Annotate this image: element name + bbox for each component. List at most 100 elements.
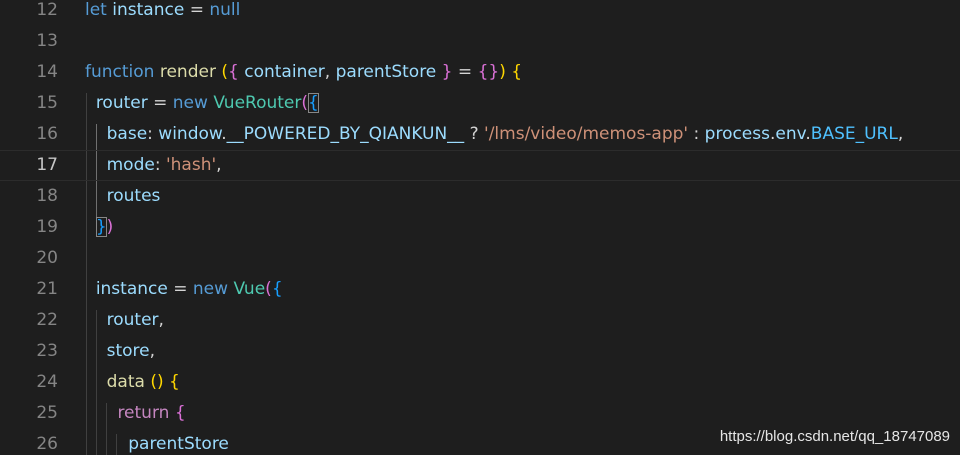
code-token: instance: [112, 0, 185, 20]
code-token: }: [441, 62, 453, 82]
line-number: 18: [36, 186, 58, 206]
code-token: 'hash': [165, 155, 217, 175]
line-number: 20: [36, 248, 58, 268]
code-token: parentStore: [335, 62, 437, 82]
code-line[interactable]: 25 return {: [0, 398, 960, 429]
code-token: ,: [897, 124, 904, 144]
code-token: render: [159, 62, 216, 82]
line-number: 17: [36, 155, 58, 175]
code-token: ,: [216, 155, 222, 175]
line-number: 26: [36, 434, 58, 454]
code-text: routes: [85, 181, 960, 212]
code-text: function render ({ container, parentStor…: [85, 57, 960, 88]
code-token: Vue: [233, 279, 266, 299]
code-text: let instance = null: [85, 0, 960, 26]
code-token: {: [174, 403, 186, 423]
code-token: :: [688, 124, 705, 144]
code-token: container: [244, 62, 325, 82]
code-token: (): [150, 372, 164, 392]
code-token: :: [147, 124, 159, 144]
line-number: 12: [36, 0, 58, 20]
code-token: routes: [106, 186, 161, 206]
code-token: env: [775, 124, 806, 144]
code-token: function: [85, 62, 155, 82]
line-number: 23: [36, 341, 58, 361]
line-number: 14: [36, 62, 58, 82]
code-token: ): [106, 217, 114, 237]
code-editor[interactable]: 12 let instance = null 13 14 function render…: [0, 0, 960, 455]
code-token: {: [169, 372, 180, 392]
code-line[interactable]: 13: [0, 26, 960, 57]
code-token: BASE_URL: [810, 124, 898, 144]
code-token: (: [265, 279, 272, 299]
code-token: {: [228, 62, 239, 82]
code-token: =: [452, 62, 478, 82]
code-token: process: [704, 124, 770, 144]
code-token: parentStore: [128, 434, 229, 454]
watermark-text: https://blog.csdn.net/qq_18747089: [719, 428, 950, 445]
line-number: 25: [36, 403, 58, 423]
code-line[interactable]: 23 store,: [0, 336, 960, 367]
code-token: }: [95, 217, 107, 237]
code-text: router = new VueRouter({: [85, 88, 960, 119]
code-token: router: [106, 310, 159, 330]
line-number: 21: [36, 279, 58, 299]
code-line[interactable]: 21 instance = new Vue({: [0, 274, 960, 305]
code-line[interactable]: 20: [0, 243, 960, 274]
line-number: 16: [36, 124, 58, 144]
code-token: window: [158, 124, 222, 144]
code-token: return: [117, 403, 170, 423]
code-token: VueRouter: [213, 93, 302, 113]
code-token: ?: [464, 124, 485, 144]
code-token: :: [154, 155, 166, 175]
code-token: router: [95, 93, 148, 113]
line-number: 19: [36, 217, 58, 237]
code-token: =: [147, 93, 173, 113]
code-token: null: [209, 0, 241, 20]
code-line[interactable]: 14 function render ({ container, parentSt…: [0, 57, 960, 88]
code-token: ,: [324, 62, 336, 82]
code-token: '/lms/video/memos-app': [484, 124, 689, 144]
code-line[interactable]: 24 data () {: [0, 367, 960, 398]
code-token: base: [106, 124, 148, 144]
code-token: {: [511, 62, 523, 82]
code-line[interactable]: 18 routes: [0, 181, 960, 212]
code-token: ,: [149, 341, 156, 361]
code-line[interactable]: 22 router,: [0, 305, 960, 336]
code-line[interactable]: 15 router = new VueRouter({: [0, 88, 960, 119]
line-number: 13: [36, 31, 58, 51]
line-number: 22: [36, 310, 58, 330]
code-line[interactable]: 12 let instance = null: [0, 0, 960, 26]
code-token: instance: [95, 279, 168, 299]
code-token: new: [192, 279, 229, 299]
code-text: instance = new Vue({: [85, 274, 960, 305]
code-token: {: [271, 279, 283, 299]
code-token: ,: [158, 310, 164, 330]
code-token: {}: [477, 62, 500, 82]
code-text: base: window.__POWERED_BY_QIANKUN__ ? '/…: [85, 119, 960, 150]
code-token: {: [308, 93, 319, 113]
code-token: =: [167, 279, 193, 299]
code-line[interactable]: 16 base: window.__POWERED_BY_QIANKUN__ ?…: [0, 119, 960, 150]
line-number: 24: [36, 372, 58, 392]
code-token: let: [85, 0, 107, 20]
code-token: ): [499, 62, 506, 82]
code-token: data: [106, 372, 145, 392]
code-text: router,: [85, 305, 960, 336]
code-line[interactable]: 19 }): [0, 212, 960, 243]
code-line[interactable]: 17 mode: 'hash',: [0, 150, 960, 181]
code-text: data () {: [85, 367, 960, 398]
code-token: mode: [106, 155, 155, 175]
code-text: }): [85, 212, 960, 243]
code-text: return {: [85, 398, 960, 429]
code-text: store,: [85, 336, 960, 367]
line-number: 15: [36, 93, 58, 113]
code-text: mode: 'hash',: [85, 151, 960, 180]
